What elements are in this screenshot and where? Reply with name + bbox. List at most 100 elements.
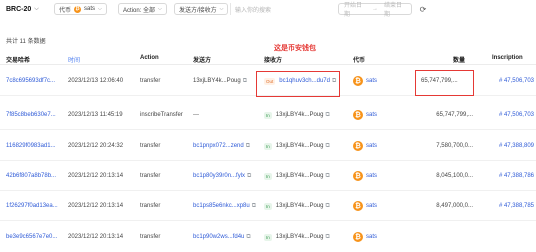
search-placeholder: 输入你的搜索	[235, 7, 272, 14]
tx-hash-link[interactable]: 7c8c695693df7c...	[6, 66, 64, 96]
search-input[interactable]: 输入你的搜索	[230, 3, 298, 15]
tx-amount: 7,580,700,0...	[436, 143, 473, 149]
inscription-link[interactable]: # 47,388,786	[476, 161, 534, 191]
table-row: 116829f0983ad1... 2023/12/12 20:24:32 tr…	[0, 131, 536, 161]
inscription-link[interactable]: # 47,506,703	[476, 100, 534, 130]
tx-time: 2023/12/13 12:06:40	[68, 78, 124, 84]
coin-cell[interactable]: ₿ sats	[353, 131, 393, 161]
to-address[interactable]: 13xjLBY4k...Poug	[276, 234, 324, 240]
copy-icon[interactable]: ⧉	[247, 173, 251, 180]
header-amount: 数量	[453, 58, 466, 64]
from-address[interactable]: 13xjLBY4k...Poug	[193, 78, 241, 84]
from-address-link[interactable]: bc1p80y39r0n...fylx	[193, 173, 245, 179]
table-row: 7f85c8beb630e7... 2023/12/13 11:45:19 in…	[0, 100, 536, 130]
coin-name: sats	[366, 173, 378, 179]
coin-cell[interactable]: ₿ sats	[353, 66, 393, 96]
header-hash: 交易哈希	[6, 58, 31, 64]
tx-hash-link[interactable]: 116829f0983ad1...	[6, 131, 64, 161]
copy-icon[interactable]: ⧉	[325, 173, 329, 180]
party-filter-label: 发送方/接收方	[179, 7, 217, 14]
tx-amount: 65,747,799,...	[436, 112, 473, 118]
from-address: ---	[193, 112, 199, 118]
to-address[interactable]: 13xjLBY4k...Poug	[276, 112, 324, 118]
direction-badge: In	[264, 111, 272, 119]
to-address[interactable]: 13xjLBY4k...Poug	[276, 173, 324, 179]
header-action: Action	[140, 55, 159, 61]
coin-filter-prefix: 代币	[59, 7, 72, 14]
tx-hash-link[interactable]: 1f26297f0ad13ea...	[6, 191, 64, 221]
chevron-down-icon: ⌵	[219, 6, 224, 12]
tx-action: transfer	[140, 173, 161, 179]
coin-cell[interactable]: ₿ sats	[353, 161, 393, 191]
bitcoin-icon: ₿	[353, 141, 363, 151]
coin-name: sats	[366, 203, 378, 209]
from-address-link[interactable]: bc1pnpx072...zend	[193, 143, 244, 149]
tx-time: 2023/12/12 20:13:14	[68, 203, 124, 209]
party-filter[interactable]: 发送方/接收方 ⌵	[174, 3, 229, 15]
tx-time: 2023/12/12 20:13:14	[68, 234, 124, 240]
table-header: 交易哈希 时间 Action 发送方 接收方 代币 数量 Inscription	[0, 51, 536, 65]
coin-cell[interactable]: ₿ sats	[353, 222, 393, 252]
refresh-icon[interactable]: ⟳	[418, 4, 428, 14]
header-to: 接收方	[264, 58, 283, 64]
coin-name: sats	[366, 143, 378, 149]
to-address[interactable]: 13xjLBY4k...Poug	[276, 203, 324, 209]
end-date-field[interactable]: 结束日期	[384, 0, 406, 18]
coin-cell[interactable]: ₿ sats	[353, 100, 393, 130]
inscription-link[interactable]: # 47,388,785	[476, 191, 534, 221]
tx-action: transfer	[140, 234, 161, 240]
coin-name: sats	[366, 78, 378, 84]
inscription-link[interactable]	[476, 222, 534, 252]
action-filter-label: Action: 全部	[123, 7, 156, 14]
copy-icon[interactable]: ⧉	[246, 143, 250, 150]
start-date-field[interactable]: 开始日期	[344, 0, 366, 18]
header-from: 发送方	[193, 58, 212, 64]
result-count: 共计 11 条数据	[6, 39, 46, 45]
tx-action: transfer	[140, 203, 161, 209]
action-filter[interactable]: Action: 全部 ⌵	[118, 3, 167, 15]
highlight-box-amount	[415, 70, 474, 96]
coin-cell[interactable]: ₿ sats	[353, 191, 393, 221]
from-cell: bc1pnpx072...zend ⧉	[193, 131, 257, 161]
tx-time: 2023/12/12 20:13:14	[68, 173, 124, 179]
tx-time: 2023/12/13 11:45:19	[68, 112, 123, 118]
coin-filter[interactable]: 代币 ₿ sats ⌵	[54, 3, 107, 15]
tx-amount: 8,497,000,0...	[436, 203, 473, 209]
table-row: 42b6f807a8b78b... 2023/12/12 20:13:14 tr…	[0, 161, 536, 191]
copy-icon[interactable]: ⧉	[325, 112, 329, 119]
tx-hash-link[interactable]: 7f85c8beb630e7...	[6, 100, 64, 130]
copy-icon[interactable]: ⧉	[246, 234, 250, 241]
date-range-picker[interactable]: 开始日期 → 结束日期	[338, 0, 412, 18]
from-address-link[interactable]: bc1ps85e6nkc...xp8u	[193, 203, 250, 209]
direction-badge: In	[264, 202, 272, 210]
tx-amount: 8,045,100,0...	[436, 173, 473, 179]
from-address-link[interactable]: bc1p90w2ws...fd4u	[193, 234, 244, 240]
from-cell: bc1p90w2ws...fd4u ⧉	[193, 222, 257, 252]
tx-action: transfer	[140, 143, 161, 149]
tx-action: inscribeTransfer	[140, 112, 183, 118]
tx-action: transfer	[140, 78, 161, 84]
protocol-label: BRC-20	[6, 5, 32, 13]
tx-hash-link[interactable]: 42b6f807a8b78b...	[6, 161, 64, 191]
inscription-link[interactable]: # 47,506,703	[476, 66, 534, 96]
bitcoin-icon: ₿	[353, 76, 363, 86]
coin-filter-value: sats	[84, 6, 96, 12]
to-address[interactable]: 13xjLBY4k...Poug	[276, 143, 324, 149]
tx-hash-link[interactable]: be3e9c6567e7e0...	[6, 222, 64, 252]
header-coin: 代币	[353, 58, 366, 64]
copy-icon[interactable]: ⧉	[325, 143, 329, 150]
copy-icon[interactable]: ⧉	[325, 203, 329, 210]
bitcoin-icon: ₿	[353, 110, 363, 120]
filter-bar: BRC-20 ⌵ 代币 ₿ sats ⌵ Action: 全部 ⌵ 发送方/接收…	[0, 0, 536, 18]
bitcoin-icon: ₿	[353, 201, 363, 211]
copy-icon[interactable]: ⧉	[325, 234, 329, 241]
inscription-link[interactable]: # 47,388,809	[476, 131, 534, 161]
direction-badge: In	[264, 233, 272, 241]
copy-icon[interactable]: ⧉	[243, 78, 247, 85]
to-cell: In 13xjLBY4k...Poug ⧉	[264, 161, 340, 191]
tx-amount	[421, 222, 473, 252]
protocol-select[interactable]: BRC-20 ⌵	[6, 3, 39, 15]
header-time[interactable]: 时间	[68, 55, 80, 64]
copy-icon[interactable]: ⧉	[252, 203, 256, 210]
tx-time: 2023/12/12 20:24:32	[68, 143, 124, 149]
